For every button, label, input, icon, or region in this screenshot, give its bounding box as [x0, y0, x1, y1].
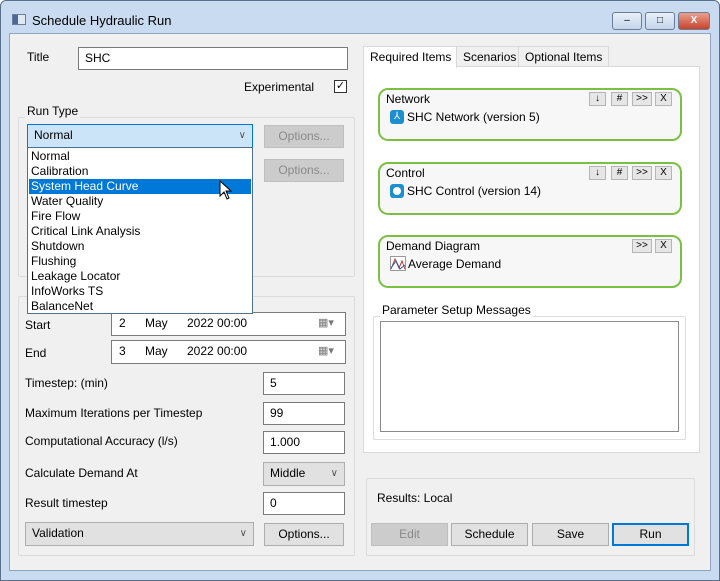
validation-value: Validation — [32, 526, 84, 540]
results-label: Results: Local — [377, 491, 453, 505]
validation-options-button[interactable]: Options... — [264, 523, 344, 546]
run-type-options-button[interactable]: Options... — [264, 125, 344, 148]
network-down-button[interactable]: ↓ — [589, 92, 606, 106]
run-type-option[interactable]: Fire Flow — [29, 209, 251, 224]
control-more-button[interactable]: >> — [632, 166, 652, 180]
run-type-option[interactable]: InfoWorks TS — [29, 284, 251, 299]
validation-combo[interactable]: Validation ∨ — [25, 522, 254, 546]
demand-remove-button[interactable]: X — [655, 239, 672, 253]
control-icon — [390, 184, 404, 198]
run-type-option[interactable]: Water Quality — [29, 194, 251, 209]
end-day: 3 — [119, 344, 126, 358]
max-iterations-input[interactable]: 99 — [263, 402, 345, 425]
network-icon: ⅄ — [390, 110, 404, 124]
network-more-button[interactable]: >> — [632, 92, 652, 106]
run-type-option[interactable]: Leakage Locator — [29, 269, 251, 284]
end-month: May — [145, 344, 168, 358]
save-button[interactable]: Save — [532, 523, 609, 546]
start-month: May — [145, 316, 168, 330]
experimental-label: Experimental — [244, 80, 315, 94]
messages-textarea[interactable] — [380, 321, 679, 432]
start-year-time: 2022 00:00 — [187, 316, 248, 330]
run-type-combo[interactable]: Normal ∨ — [27, 124, 253, 148]
control-label: Control — [386, 166, 425, 180]
network-hash-button[interactable]: # — [611, 92, 628, 106]
chevron-down-icon: ∨ — [238, 130, 246, 141]
network-item[interactable]: SHC Network (version 5) — [407, 110, 540, 124]
window-title: Schedule Hydraulic Run — [32, 13, 172, 28]
control-down-button[interactable]: ↓ — [589, 166, 606, 180]
run-type-option[interactable]: Flushing — [29, 254, 251, 269]
end-year-time: 2022 00:00 — [187, 344, 248, 358]
demand-more-button[interactable]: >> — [632, 239, 652, 253]
demand-diagram-label: Demand Diagram — [386, 239, 481, 253]
demand-diagram-icon — [390, 256, 406, 271]
title-input[interactable]: SHC — [78, 47, 348, 70]
end-datetime-picker[interactable]: 3 May 2022 00:00 ▦▾ — [111, 340, 346, 364]
control-item[interactable]: SHC Control (version 14) — [407, 184, 541, 198]
close-button[interactable]: X — [678, 12, 710, 30]
demand-diagram-slot: Demand Diagram >> X Average Demand — [378, 235, 682, 288]
network-slot: Network ↓ # >> X ⅄ SHC Network (version … — [378, 88, 682, 141]
run-type-option[interactable]: BalanceNet — [29, 299, 251, 314]
result-timestep-input[interactable]: 0 — [263, 492, 345, 515]
demand-at-label: Calculate Demand At — [25, 466, 138, 480]
run-type-option[interactable]: Shutdown — [29, 239, 251, 254]
start-day: 2 — [119, 316, 126, 330]
run-type-option[interactable]: Calibration — [29, 164, 251, 179]
title-label: Title — [27, 50, 50, 64]
run-type-option-highlighted[interactable]: System Head Curve — [29, 179, 251, 194]
calendar-icon[interactable]: ▦▾ — [318, 341, 334, 362]
messages-label: Parameter Setup Messages — [380, 303, 533, 317]
run-button[interactable]: Run — [612, 523, 689, 546]
tab-optional-items[interactable]: Optional Items — [518, 46, 609, 67]
minimize-button[interactable]: – — [612, 12, 642, 30]
start-label: Start — [25, 318, 51, 332]
end-label: End — [25, 346, 47, 360]
demand-at-value: Middle — [270, 466, 306, 480]
experimental-checkbox[interactable]: ✓ — [334, 80, 347, 93]
run-type-value: Normal — [34, 128, 73, 142]
demand-diagram-item[interactable]: Average Demand — [408, 257, 501, 271]
secondary-options-button[interactable]: Options... — [264, 159, 344, 182]
accuracy-label: Computational Accuracy (l/s) — [25, 434, 178, 448]
run-type-label: Run Type — [25, 104, 81, 118]
start-datetime-picker[interactable]: 2 May 2022 00:00 ▦▾ — [111, 312, 346, 336]
tab-scenarios[interactable]: Scenarios — [456, 46, 519, 67]
calendar-icon[interactable]: ▦▾ — [318, 313, 334, 334]
chevron-down-icon: ∨ — [239, 528, 247, 539]
maximize-button[interactable]: □ — [645, 12, 675, 30]
max-iterations-label: Maximum Iterations per Timestep — [25, 406, 203, 420]
control-remove-button[interactable]: X — [655, 166, 672, 180]
demand-at-combo[interactable]: Middle ∨ — [263, 462, 345, 486]
edit-button[interactable]: Edit — [371, 523, 448, 546]
network-label: Network — [386, 92, 431, 106]
control-slot: Control ↓ # >> X SHC Control (version 14… — [378, 162, 682, 215]
timestep-label: Timestep: (min) — [25, 376, 108, 390]
chevron-down-icon: ∨ — [330, 468, 338, 479]
timestep-input[interactable]: 5 — [263, 372, 345, 395]
accuracy-input[interactable]: 1.000 — [263, 431, 345, 454]
run-type-option[interactable]: Normal — [29, 149, 251, 164]
schedule-button[interactable]: Schedule — [451, 523, 528, 546]
tab-required-items[interactable]: Required Items — [363, 46, 457, 68]
result-timestep-label: Result timestep — [25, 496, 108, 510]
app-icon — [12, 14, 26, 25]
run-type-dropdown-list: Normal Calibration System Head Curve Wat… — [27, 147, 253, 314]
mouse-cursor-icon — [219, 180, 233, 200]
network-remove-button[interactable]: X — [655, 92, 672, 106]
run-type-option[interactable]: Critical Link Analysis — [29, 224, 251, 239]
control-hash-button[interactable]: # — [611, 166, 628, 180]
